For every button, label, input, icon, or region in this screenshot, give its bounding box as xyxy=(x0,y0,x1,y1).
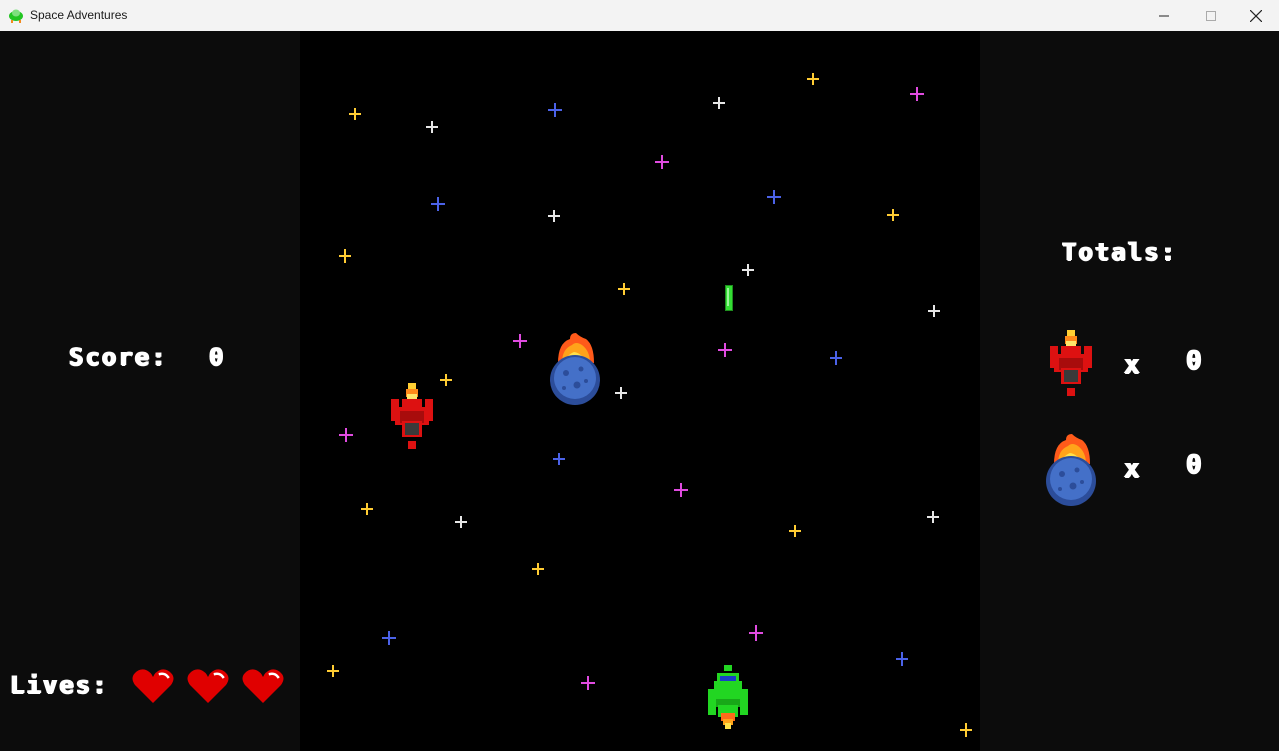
right-hud-panel xyxy=(980,31,1279,751)
star-icon xyxy=(618,283,630,295)
lives-label: Lives: xyxy=(10,671,109,699)
player-ship[interactable] xyxy=(704,661,752,733)
times-sign: x xyxy=(1124,350,1142,380)
flaming-asteroid-icon xyxy=(1046,434,1096,506)
totals-label: Totals: xyxy=(1062,238,1178,266)
star-icon xyxy=(426,121,438,133)
star-icon xyxy=(548,103,562,117)
star-icon xyxy=(807,73,819,85)
star-icon xyxy=(615,387,627,399)
star-icon xyxy=(789,525,801,537)
heart-icon xyxy=(242,669,284,703)
star-icon xyxy=(327,665,339,677)
star-icon xyxy=(767,190,781,204)
star-icon xyxy=(887,209,899,221)
heart-icon xyxy=(187,669,229,703)
star-icon xyxy=(655,155,669,169)
laser-bolt xyxy=(725,285,733,311)
star-icon xyxy=(718,343,732,357)
window-title: Space Adventures xyxy=(30,8,128,22)
title-bar[interactable]: Space Adventures xyxy=(0,0,1279,32)
flaming-asteroid-icon xyxy=(550,333,600,405)
minimize-icon xyxy=(1159,15,1169,16)
star-icon xyxy=(349,108,361,120)
star-icon xyxy=(553,453,565,465)
score-label: Score: xyxy=(69,343,168,371)
star-icon xyxy=(896,652,908,666)
star-icon xyxy=(742,264,754,276)
star-icon xyxy=(960,723,972,737)
star-icon xyxy=(749,625,763,641)
maximize-button[interactable] xyxy=(1188,0,1234,31)
close-icon xyxy=(1250,9,1262,22)
times-sign: x xyxy=(1124,454,1142,484)
left-hud-panel xyxy=(0,31,300,751)
star-icon xyxy=(455,516,467,528)
red-enemy-ship-icon xyxy=(391,383,433,449)
asteroid-kill-count: 0 xyxy=(1186,450,1204,480)
star-icon xyxy=(830,351,842,365)
score-value: 0 xyxy=(209,343,226,371)
close-button[interactable] xyxy=(1233,0,1279,31)
star-icon xyxy=(713,97,725,109)
star-icon xyxy=(339,249,351,263)
game-window: Space Adventures Score: 0 Lives: Totals:… xyxy=(0,0,1279,751)
star-icon xyxy=(339,428,353,442)
heart-icon xyxy=(132,669,174,703)
star-icon xyxy=(532,563,544,575)
star-icon xyxy=(548,210,560,222)
star-icon xyxy=(928,305,940,317)
maximize-icon xyxy=(1206,10,1216,21)
star-icon xyxy=(431,197,445,211)
star-icon xyxy=(581,676,595,690)
star-icon xyxy=(927,511,939,523)
star-icon xyxy=(513,334,527,348)
star-icon xyxy=(440,374,452,386)
green-ship-icon xyxy=(9,9,23,23)
star-icon xyxy=(674,483,688,497)
star-icon xyxy=(910,87,924,101)
minimize-button[interactable] xyxy=(1141,0,1187,31)
red-enemy-ship-icon xyxy=(1050,330,1092,396)
star-icon xyxy=(382,631,396,645)
playfield[interactable] xyxy=(300,31,980,751)
enemy-kill-count: 0 xyxy=(1186,346,1204,376)
star-icon xyxy=(361,503,373,515)
